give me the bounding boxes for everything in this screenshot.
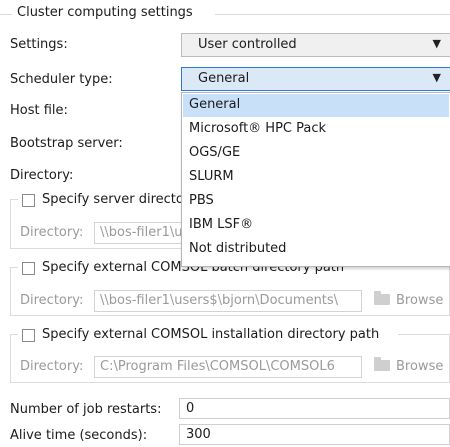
install-dir-field-value: C:\Program Files\COMSOL\COMSOL6 [100,359,335,374]
host-file-label: Host file: [10,103,68,118]
section-divider-right [215,14,450,15]
scheduler-type-label: Scheduler type: [10,72,113,87]
batch-dir-field[interactable]: \\bos-filer1\users$\bjorn\Documents\ [94,290,362,312]
scheduler-type-dropdown: General Microsoft® HPC Pack OGS/GE SLURM… [181,92,450,267]
install-dir-checkbox-label[interactable]: Specify external COMSOL installation dir… [42,327,379,342]
install-dir-browse-label: Browse [396,359,444,374]
batch-dir-browse-label: Browse [396,293,444,308]
batch-dir-field-value: \\bos-filer1\users$\bjorn\Documents\ [100,293,339,308]
server-dir-field[interactable]: \\bos-filer1\users$\bjorn\Documents\ [94,222,184,244]
server-dir-field-value: \\bos-filer1\users$\bjorn\Documents\ [100,225,183,240]
install-dir-field-label: Directory: [20,359,84,374]
scheduler-option[interactable]: Microsoft® HPC Pack [183,118,449,141]
alive-time-input[interactable]: 300 [179,424,450,445]
settings-select[interactable]: User controlled ▼ [181,33,450,57]
batch-dir-field-label: Directory: [20,293,84,308]
scheduler-option[interactable]: IBM LSF® [183,214,449,237]
scheduler-type-select[interactable]: General ▼ [181,67,450,91]
install-dir-browse-button[interactable]: Browse [374,357,444,374]
scheduler-option[interactable]: Not distributed [183,238,449,261]
job-restarts-input[interactable]: 0 [179,398,450,419]
server-dir-field-label: Directory: [20,225,84,240]
section-divider-left [0,14,12,15]
job-restarts-value: 0 [186,401,195,416]
folder-icon [374,291,390,305]
server-dir-checkbox-label[interactable]: Specify server directory [42,192,197,207]
server-dir-checkbox[interactable] [22,194,35,207]
scheduler-option[interactable]: SLURM [183,166,449,189]
section-title: Cluster computing settings [17,5,193,20]
scheduler-option[interactable]: PBS [183,190,449,213]
chevron-down-icon: ▼ [432,71,441,84]
directory-label: Directory: [10,168,74,183]
alive-time-label: Alive time (seconds): [10,428,148,443]
settings-label: Settings: [10,37,68,52]
scheduler-type-select-value: General [198,71,250,86]
install-dir-field[interactable]: C:\Program Files\COMSOL\COMSOL6 [94,356,362,378]
batch-dir-browse-button[interactable]: Browse [374,291,444,308]
bootstrap-server-label: Bootstrap server: [10,136,123,151]
settings-select-value: User controlled [198,37,297,52]
alive-time-value: 300 [186,427,211,442]
scheduler-option[interactable]: General [183,94,449,117]
chevron-down-icon: ▼ [432,37,441,50]
scheduler-option[interactable]: OGS/GE [183,142,449,165]
batch-dir-checkbox[interactable] [22,262,35,275]
folder-icon [374,357,390,371]
install-dir-checkbox[interactable] [22,329,35,342]
job-restarts-label: Number of job restarts: [10,402,162,417]
